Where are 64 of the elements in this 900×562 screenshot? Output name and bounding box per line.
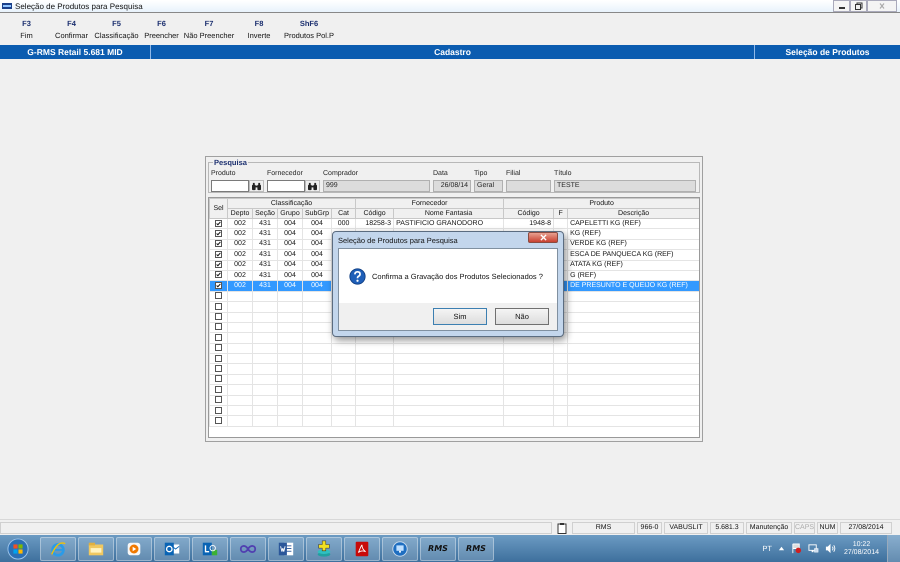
header-bar-label: Cadastro [151,45,755,59]
folder-icon [87,540,105,558]
taskbar-lync-button[interactable] [192,536,228,560]
window-title: Seleção de Produtos para Pesquisa [15,2,143,10]
checkbox[interactable] [215,282,222,289]
close-icon [538,234,548,241]
play-icon [125,540,143,558]
taskbar-infinity-button[interactable] [230,536,266,560]
checkbox[interactable] [215,313,222,320]
checkbox[interactable] [215,261,222,268]
header-bar-label: G-RMS Retail 5.681 MID [0,45,151,59]
question-icon [349,268,366,284]
checkbox[interactable] [215,230,222,237]
document-icon [277,540,295,558]
browser-icon [49,540,67,558]
taskbar-database-button[interactable] [306,536,342,560]
show-hidden-icons-icon[interactable] [778,545,785,552]
flag-icon[interactable] [790,543,802,554]
taskbar-rms-button[interactable]: RMS [420,536,456,560]
plus-icon [315,540,333,558]
taskbar-rms-button[interactable]: RMS [458,536,494,560]
close-button[interactable] [528,232,558,243]
binoculars-icon [251,182,262,190]
close-icon [877,2,887,10]
checkbox[interactable] [215,396,222,404]
checkbox[interactable] [215,375,222,382]
monitor-icon [391,540,409,558]
checkbox[interactable] [215,386,222,393]
header-bar-label: Seleção de Produtos [784,46,871,59]
taskbar-outlook-button[interactable] [154,536,190,560]
checkbox[interactable] [215,365,222,372]
checkbox[interactable] [215,354,222,362]
speaker-icon[interactable] [824,543,836,554]
taskbar-folder-button[interactable] [78,536,114,560]
checkbox[interactable] [215,406,222,414]
checkbox[interactable] [215,292,222,300]
clipboard-icon [557,522,567,534]
checkbox[interactable] [215,344,222,352]
restore-button[interactable] [850,0,867,12]
checkbox[interactable] [215,302,222,310]
taskbar-media-button[interactable] [116,536,152,560]
minimize-button[interactable] [833,0,850,12]
binoculars-button[interactable] [249,180,264,192]
taskbar-word-button[interactable] [268,536,304,560]
mail-icon [163,540,181,558]
checkbox[interactable] [215,334,222,341]
binoculars-button[interactable] [305,180,320,192]
checkbox[interactable] [215,323,222,330]
checkbox[interactable] [215,272,222,278]
input-field[interactable] [211,180,249,192]
taskbar-remote-button[interactable] [382,536,418,560]
chat-icon [201,540,219,558]
pdf-icon [353,540,371,558]
checkbox[interactable] [215,240,222,248]
checkbox[interactable] [215,220,222,227]
app-icon [2,3,12,9]
checkbox[interactable] [215,250,222,258]
checkbox[interactable] [215,416,222,424]
restore-icon [854,2,864,10]
taskbar-pdf-button[interactable] [344,536,380,560]
binoculars-icon [307,182,318,190]
input-field[interactable] [267,180,305,192]
network-icon[interactable] [808,543,819,554]
windows-logo-icon [7,538,29,560]
